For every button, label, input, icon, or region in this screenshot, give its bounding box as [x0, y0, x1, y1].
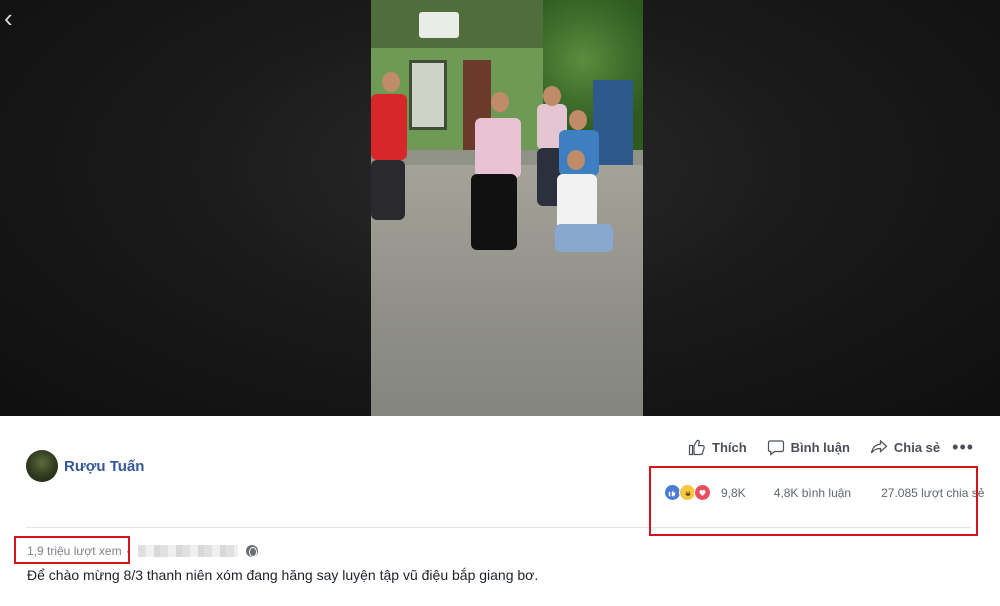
share-button[interactable]: Chia sẻ — [870, 438, 940, 456]
chevron-left-icon[interactable]: ‹ — [4, 5, 24, 31]
views-count: 1,9 triệu lượt xem — [27, 544, 122, 558]
video-player[interactable]: ‹ — [0, 0, 1000, 416]
like-button[interactable]: Thích — [688, 438, 747, 456]
share-label: Chia sẻ — [893, 439, 941, 455]
more-options-button[interactable]: ••• — [952, 437, 974, 458]
comment-button[interactable]: Bình luận — [767, 438, 850, 456]
meta-separator: · — [125, 544, 130, 558]
action-bar: Thích Bình luận Chia sẻ ••• — [688, 436, 974, 458]
comment-icon — [767, 440, 784, 456]
window — [409, 60, 447, 130]
person-pink-shirt — [475, 118, 521, 178]
person-red-shirt — [371, 94, 407, 160]
like-label: Thích — [712, 439, 747, 455]
author-name[interactable]: Rượu Tuấn — [64, 458, 144, 475]
highlight-box-stats — [649, 466, 978, 536]
comment-label: Bình luận — [790, 439, 850, 455]
video-frame[interactable] — [371, 0, 643, 416]
share-icon — [870, 439, 888, 454]
post-meta: 1,9 triệu lượt xem · — [27, 544, 258, 558]
author[interactable]: Rượu Tuấn — [26, 450, 144, 482]
avatar[interactable] — [26, 450, 58, 482]
thumbs-up-icon — [688, 439, 705, 456]
blurred-timestamp — [137, 545, 238, 557]
ac-unit — [419, 12, 459, 38]
post-caption: Để chào mừng 8/3 thanh niên xóm đang hăn… — [27, 567, 539, 583]
person-white-shirt — [557, 174, 597, 230]
globe-icon — [245, 545, 258, 557]
